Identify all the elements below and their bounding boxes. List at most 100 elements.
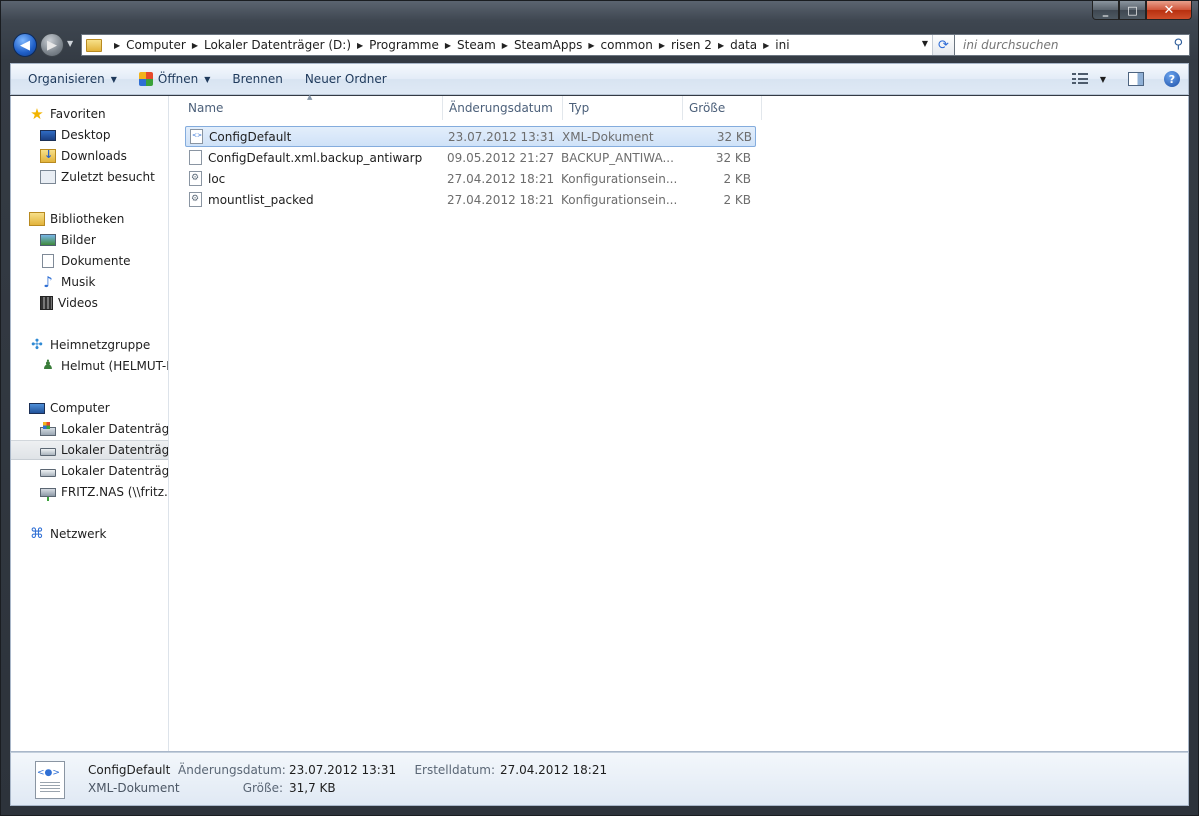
- nav-desktop[interactable]: Desktop: [11, 125, 168, 145]
- column-size[interactable]: Größe: [683, 96, 762, 120]
- nav-label: Desktop: [61, 128, 111, 142]
- open-label: Öffnen: [157, 72, 199, 86]
- chevron-right-icon[interactable]: ▶: [763, 41, 769, 50]
- file-row[interactable]: ConfigDefault.xml.backup_antiwarp 09.05.…: [185, 147, 754, 168]
- file-row[interactable]: mountlist_packed 27.04.2012 18:21 Konfig…: [185, 189, 754, 210]
- breadcrumb-drive-d[interactable]: Lokaler Datenträger (D:): [204, 38, 351, 52]
- address-bar[interactable]: ▶ Computer ▶ Lokaler Datenträger (D:) ▶ …: [81, 34, 955, 56]
- breadcrumb-steam[interactable]: Steam: [457, 38, 496, 52]
- nav-label: Dokumente: [61, 254, 131, 268]
- network-icon: ⌘: [30, 526, 44, 542]
- nav-recent-places[interactable]: Zuletzt besucht: [11, 167, 168, 187]
- chevron-right-icon[interactable]: ▶: [502, 41, 508, 50]
- pictures-icon: [40, 234, 56, 246]
- search-icon[interactable]: ⚲: [1173, 37, 1183, 52]
- file-date: 27.04.2012 18:21: [447, 192, 555, 207]
- nav-videos[interactable]: Videos: [11, 293, 168, 313]
- nav-computer[interactable]: Computer: [11, 398, 168, 418]
- chevron-right-icon[interactable]: ▶: [588, 41, 594, 50]
- burn-button[interactable]: Brennen: [221, 67, 293, 91]
- open-with-icon: [138, 72, 153, 86]
- new-folder-label: Neuer Ordner: [304, 72, 387, 86]
- nav-fritz-nas[interactable]: FRITZ.NAS (\\fritz.bo: [11, 482, 168, 502]
- dropdown-arrow-icon: ▼: [110, 74, 117, 84]
- organize-button[interactable]: Organisieren ▼: [17, 67, 128, 91]
- chevron-right-icon[interactable]: ▶: [718, 41, 724, 50]
- chevron-right-icon[interactable]: ▶: [357, 41, 363, 50]
- breadcrumb-computer[interactable]: Computer: [126, 38, 186, 52]
- new-folder-button[interactable]: Neuer Ordner: [294, 67, 398, 91]
- nav-pictures[interactable]: Bilder: [11, 230, 168, 250]
- refresh-button[interactable]: ⟳: [932, 35, 954, 55]
- nav-label: Lokaler Datenträger: [61, 422, 168, 436]
- column-name[interactable]: Name ▲: [170, 93, 443, 120]
- breadcrumb-ini[interactable]: ini: [775, 38, 789, 52]
- preview-pane-icon[interactable]: [1128, 72, 1144, 86]
- chevron-right-icon[interactable]: ▶: [659, 41, 665, 50]
- close-button[interactable]: ✕: [1146, 1, 1192, 20]
- nav-homegroup-user[interactable]: ♟ Helmut (HELMUT-P: [11, 356, 168, 376]
- xml-file-icon: [190, 129, 203, 144]
- config-file-icon: [189, 192, 202, 207]
- nav-downloads[interactable]: Downloads: [11, 146, 168, 166]
- column-label: Größe: [689, 101, 726, 115]
- libraries-icon: [29, 212, 45, 226]
- column-headers: Name ▲ Änderungsdatum Typ Größe: [170, 93, 762, 120]
- nav-drive-d[interactable]: Lokaler Datenträger: [11, 440, 168, 460]
- maximize-button[interactable]: □: [1119, 1, 1146, 20]
- file-row[interactable]: ConfigDefault 23.07.2012 13:31 XML-Dokum…: [185, 126, 756, 147]
- file-name-cell: ConfigDefault: [186, 129, 442, 144]
- details-size-value: 31,7 KB: [289, 781, 336, 795]
- nav-libraries[interactable]: Bibliotheken: [11, 209, 168, 229]
- navigation-pane[interactable]: ★ Favoriten Desktop Downloads Zuletzt be…: [11, 96, 169, 751]
- nav-drive-e[interactable]: Lokaler Datenträger: [11, 461, 168, 481]
- network-drive-icon: [40, 487, 56, 501]
- organize-label: Organisieren: [28, 72, 105, 86]
- chevron-right-icon[interactable]: ▶: [114, 41, 120, 50]
- file-name-cell: loc: [185, 171, 441, 186]
- breadcrumb-common[interactable]: common: [601, 38, 653, 52]
- minimize-button[interactable]: _: [1092, 1, 1119, 20]
- details-modified-value: 23.07.2012 13:31: [289, 763, 397, 777]
- chevron-right-icon[interactable]: ▶: [445, 41, 451, 50]
- nav-homegroup[interactable]: ✣ Heimnetzgruppe: [11, 335, 168, 355]
- nav-documents[interactable]: Dokumente: [11, 251, 168, 271]
- forward-button[interactable]: ▶: [40, 33, 64, 57]
- nav-label: Downloads: [61, 149, 127, 163]
- file-type: XML-Dokument: [562, 129, 654, 144]
- hard-drive-icon: [40, 469, 56, 477]
- nav-network[interactable]: ⌘ Netzwerk: [11, 524, 168, 544]
- file-list[interactable]: Name ▲ Änderungsdatum Typ Größe ConfigDe…: [170, 93, 1188, 751]
- view-details-icon[interactable]: [1071, 73, 1090, 85]
- open-button[interactable]: Öffnen ▼: [128, 67, 221, 91]
- back-button[interactable]: ◀: [13, 33, 37, 57]
- content-area: ★ Favoriten Desktop Downloads Zuletzt be…: [10, 93, 1189, 752]
- file-row[interactable]: loc 27.04.2012 18:21 Konfigurationsein..…: [185, 168, 754, 189]
- chevron-right-icon[interactable]: ▶: [192, 41, 198, 50]
- column-label: Name: [188, 101, 224, 115]
- address-dropdown-icon[interactable]: ▼: [922, 39, 928, 48]
- breadcrumb-data[interactable]: data: [730, 38, 757, 52]
- view-dropdown-icon[interactable]: ▼: [1100, 75, 1106, 84]
- toolbar-right: ▼ ?: [1071, 67, 1180, 91]
- file-date: 09.05.2012 21:27: [447, 150, 555, 165]
- nav-drive-c[interactable]: Lokaler Datenträger: [11, 419, 168, 439]
- help-icon[interactable]: ?: [1164, 71, 1180, 87]
- file-name: ConfigDefault: [209, 129, 292, 144]
- breadcrumb-risen2[interactable]: risen 2: [671, 38, 712, 52]
- nav-favorites[interactable]: ★ Favoriten: [11, 104, 168, 124]
- column-date[interactable]: Änderungsdatum: [443, 96, 563, 120]
- homegroup-icon: ✣: [31, 337, 43, 353]
- xml-file-large-icon: [35, 761, 65, 799]
- column-type[interactable]: Typ: [563, 96, 683, 120]
- search-input[interactable]: [963, 38, 1163, 52]
- history-dropdown-icon[interactable]: ▼: [67, 39, 73, 48]
- nav-music[interactable]: ♪ Musik: [11, 272, 168, 292]
- breadcrumb-steamapps[interactable]: SteamApps: [514, 38, 582, 52]
- nav-label: Musik: [61, 275, 96, 289]
- downloads-icon: [40, 148, 56, 163]
- file-name-cell: ConfigDefault.xml.backup_antiwarp: [185, 150, 441, 165]
- breadcrumb-programme[interactable]: Programme: [369, 38, 439, 52]
- user-icon: ♟: [42, 358, 54, 373]
- file-size: 2 KB: [723, 192, 751, 207]
